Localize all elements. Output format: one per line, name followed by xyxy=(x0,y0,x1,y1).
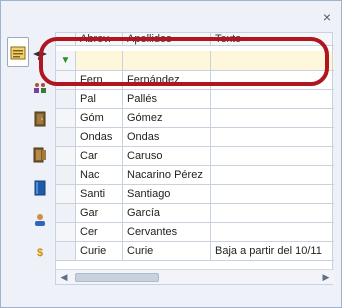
texto-cell[interactable] xyxy=(211,90,333,108)
panel-window: × $ Abrev. Apellidos Texto ▼ Fern Fernán… xyxy=(0,0,342,308)
column-header-texto[interactable]: Texto xyxy=(211,33,333,45)
door-exit-icon[interactable] xyxy=(32,147,48,163)
scroll-right-icon[interactable]: ▶ xyxy=(321,271,331,283)
list-view-icon[interactable] xyxy=(7,37,29,67)
row-indicator xyxy=(56,128,76,146)
apellidos-cell[interactable]: Santiago xyxy=(123,185,211,203)
abrev-cell[interactable]: Curie xyxy=(76,242,123,260)
texto-cell[interactable] xyxy=(211,204,333,222)
money-icon[interactable]: $ xyxy=(32,245,48,261)
texto-cell[interactable] xyxy=(211,223,333,241)
door-icon[interactable] xyxy=(32,111,48,127)
apellidos-cell[interactable]: Fernández xyxy=(123,71,211,89)
user-icon[interactable] xyxy=(32,212,48,228)
texto-cell[interactable]: Baja a partir del 10/11 xyxy=(211,242,333,260)
apellidos-cell[interactable]: Ondas xyxy=(123,128,211,146)
row-indicator xyxy=(56,109,76,127)
extra-cell xyxy=(333,71,334,89)
abrev-cell[interactable]: Gar xyxy=(76,204,123,222)
extra-cell xyxy=(333,204,334,222)
apellidos-cell[interactable]: Gómez xyxy=(123,109,211,127)
row-indicator xyxy=(56,223,76,241)
column-header-abrev[interactable]: Abrev. xyxy=(76,33,123,45)
apellidos-cell[interactable]: Curie xyxy=(123,242,211,260)
table-row[interactable]: Gar García xyxy=(56,204,334,223)
extra-cell xyxy=(333,242,334,260)
data-grid: Abrev. Apellidos Texto ▼ Fern Fernández xyxy=(55,32,334,285)
apellidos-cell[interactable]: Nacarino Pérez xyxy=(123,166,211,184)
texto-cell[interactable] xyxy=(211,71,333,89)
filter-icon[interactable]: ▼ xyxy=(56,51,76,70)
column-header-apellidos[interactable]: Apellidos xyxy=(123,33,211,45)
group-icon[interactable] xyxy=(32,80,48,96)
abrev-cell[interactable]: Nac xyxy=(76,166,123,184)
table-row[interactable]: Fern Fernández xyxy=(56,71,334,90)
table-row[interactable]: Curie Curie Baja a partir del 10/11 xyxy=(56,242,334,261)
apellidos-cell[interactable]: García xyxy=(123,204,211,222)
row-indicator xyxy=(56,242,76,260)
abrev-cell[interactable]: Ondas xyxy=(76,128,123,146)
table-row[interactable]: Car Caruso xyxy=(56,147,334,166)
texto-cell[interactable] xyxy=(211,128,333,146)
filter-row: ▼ xyxy=(56,51,334,71)
table-row[interactable]: Santi Santiago xyxy=(56,185,334,204)
abrev-cell[interactable]: Santi xyxy=(76,185,123,203)
extra-cell xyxy=(333,109,334,127)
filter-cell-extra xyxy=(333,51,334,70)
apellidos-cell[interactable]: Cervantes xyxy=(123,223,211,241)
table-row[interactable]: Cer Cervantes xyxy=(56,223,334,242)
graduation-cap-icon[interactable] xyxy=(32,48,48,64)
table-row[interactable]: Góm Gómez xyxy=(56,109,334,128)
row-indicator-header xyxy=(56,33,76,45)
abrev-cell[interactable]: Car xyxy=(76,147,123,165)
extra-cell xyxy=(333,166,334,184)
grid-content: Abrev. Apellidos Texto ▼ Fern Fernández xyxy=(56,33,334,271)
filter-cell-texto[interactable] xyxy=(211,51,333,70)
row-indicator xyxy=(56,185,76,203)
horizontal-scrollbar[interactable]: ◀ ▶ xyxy=(56,269,334,284)
column-header-extra xyxy=(333,33,334,45)
row-indicator xyxy=(56,204,76,222)
book-icon[interactable] xyxy=(32,180,48,196)
row-indicator xyxy=(56,71,76,89)
table-row[interactable]: Nac Nacarino Pérez xyxy=(56,166,334,185)
abrev-cell[interactable]: Cer xyxy=(76,223,123,241)
table-row[interactable]: Ondas Ondas xyxy=(56,128,334,147)
scroll-thumb[interactable] xyxy=(75,273,159,282)
row-indicator xyxy=(56,147,76,165)
apellidos-cell[interactable]: Pallés xyxy=(123,90,211,108)
close-icon[interactable]: × xyxy=(321,10,333,24)
texto-cell[interactable] xyxy=(211,185,333,203)
abrev-cell[interactable]: Fern xyxy=(76,71,123,89)
sidebar-toolbar: $ xyxy=(7,35,53,285)
abrev-cell[interactable]: Pal xyxy=(76,90,123,108)
extra-cell xyxy=(333,90,334,108)
filter-cell-abrev[interactable] xyxy=(76,51,123,70)
abrev-cell[interactable]: Góm xyxy=(76,109,123,127)
texto-cell[interactable] xyxy=(211,166,333,184)
texto-cell[interactable] xyxy=(211,109,333,127)
apellidos-cell[interactable]: Caruso xyxy=(123,147,211,165)
filter-cell-apellidos[interactable] xyxy=(123,51,211,70)
grid-header-row: Abrev. Apellidos Texto xyxy=(56,33,334,46)
texto-cell[interactable] xyxy=(211,147,333,165)
extra-cell xyxy=(333,185,334,203)
table-row[interactable]: Pal Pallés xyxy=(56,90,334,109)
extra-cell xyxy=(333,128,334,146)
scroll-left-icon[interactable]: ◀ xyxy=(59,271,69,283)
row-indicator xyxy=(56,90,76,108)
row-indicator xyxy=(56,166,76,184)
extra-cell xyxy=(333,223,334,241)
extra-cell xyxy=(333,147,334,165)
